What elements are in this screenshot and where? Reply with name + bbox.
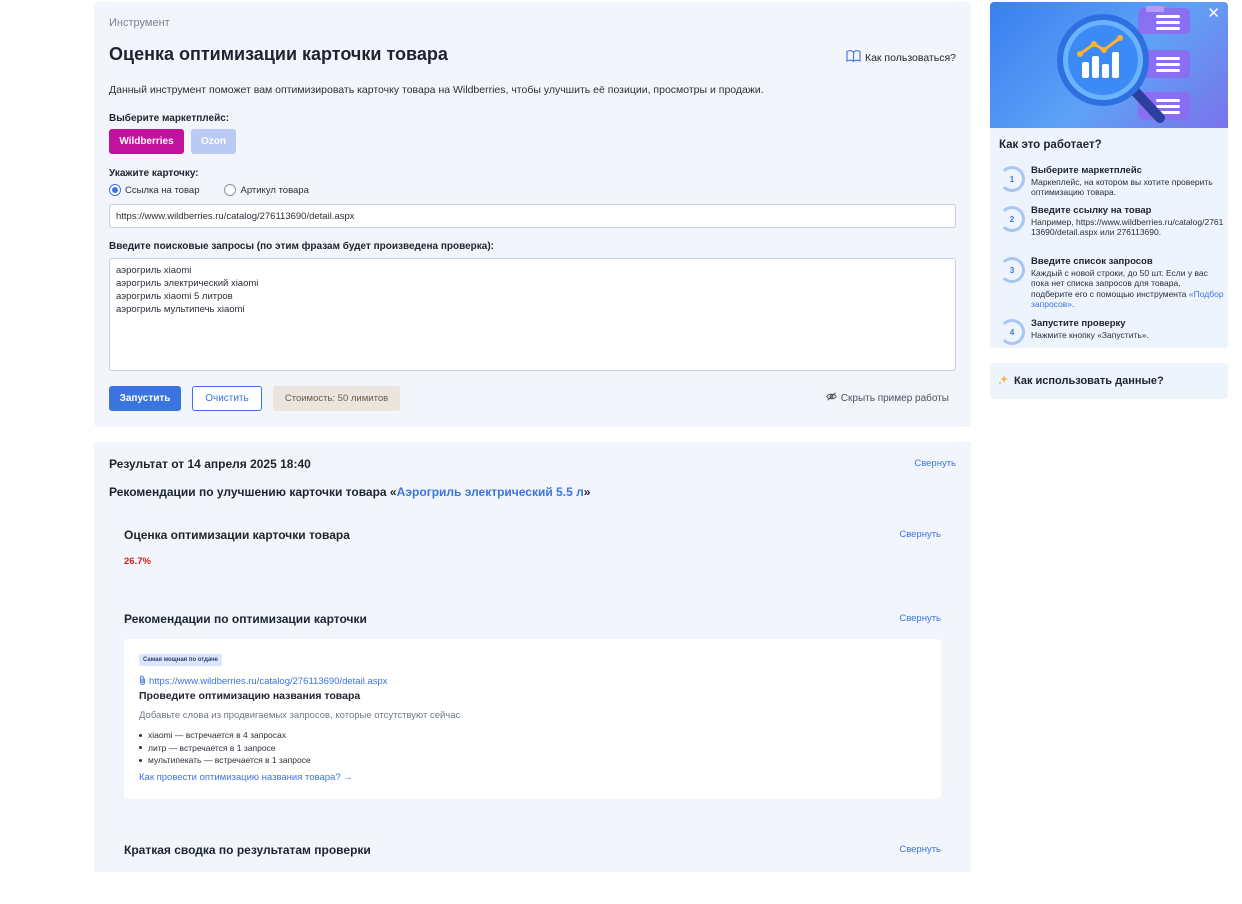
missing-words-list: xiaomi — встречается в 4 запросах литр —…: [139, 729, 311, 767]
step-text: Нажмите кнопку «Запустить».: [1031, 329, 1149, 340]
marketplace-wildberries-button[interactable]: Wildberries: [109, 129, 184, 154]
step-text: Например, https://www.wildberries.ru/cat…: [1031, 216, 1224, 238]
product-url-input[interactable]: https://www.wildberries.ru/catalog/27611…: [109, 204, 956, 228]
clear-button[interactable]: Очистить: [192, 386, 262, 411]
card-link-text: https://www.wildberries.ru/catalog/27611…: [149, 676, 388, 687]
hero-illustration: [990, 2, 1228, 128]
collapse-score-link[interactable]: Свернуть: [899, 529, 941, 540]
how-to-optimize-link[interactable]: Как провести оптимизацию названия товара…: [139, 772, 353, 783]
step-text: Каждый с новой строки, до 50 шт. Если у …: [1031, 267, 1208, 299]
step-number: 1: [999, 166, 1025, 192]
radio-article-label[interactable]: Артикул товара: [240, 185, 308, 196]
rec-prefix: Рекомендации по улучшению карточки товар…: [109, 485, 397, 499]
card-subtitle: Добавьте слова из продвигаемых запросов,…: [139, 710, 461, 721]
how-to-use-data-label: Как использовать данные?: [1014, 375, 1164, 387]
collapse-summary-link[interactable]: Свернуть: [899, 844, 941, 855]
page-title: Оценка оптимизации карточки товара: [109, 44, 448, 64]
step-number: 3: [999, 257, 1025, 283]
radio-link[interactable]: [109, 184, 121, 196]
close-icon[interactable]: ✕: [1207, 6, 1220, 22]
paperclip-icon: [139, 675, 146, 688]
step-title: Введите список запросов: [1031, 256, 1153, 267]
query-line: аэрогриль xiaomi 5 литров: [116, 291, 233, 302]
step-4: 4 Запустите проверку Нажмите кнопку «Зап…: [999, 318, 1224, 345]
collapse-result-link[interactable]: Свернуть: [914, 458, 956, 469]
summary-section-title: Краткая сводка по результатам проверки: [124, 843, 371, 857]
step-number: 2: [999, 206, 1025, 232]
card-type-radio-group: Ссылка на товар Артикул товара: [109, 184, 309, 196]
radio-article[interactable]: [224, 184, 237, 196]
run-button[interactable]: Запустить: [109, 386, 181, 411]
priority-badge: Самая мощная по отдаче: [139, 654, 222, 666]
optimization-score: 26.7%: [124, 556, 151, 567]
score-section-title: Оценка оптимизации карточки товара: [124, 528, 350, 542]
product-link[interactable]: Аэрогриль электрический 5.5 л: [397, 485, 584, 499]
step-2: 2 Введите ссылку на товар Например, http…: [999, 205, 1224, 238]
step-text: Маркеплейс, на котором вы хотите провери…: [1031, 176, 1213, 198]
queries-textarea[interactable]: аэрогриль xiaomi аэрогриль электрический…: [109, 258, 956, 371]
card-label: Укажите карточку:: [109, 168, 199, 179]
step-3: 3 Введите список запросов Каждый с новой…: [999, 256, 1224, 310]
radio-link-label[interactable]: Ссылка на товар: [125, 185, 199, 196]
how-it-works-title: Как это работает?: [999, 139, 1102, 151]
step-tail: .: [1072, 299, 1075, 309]
step-title: Запустите проверку: [1031, 318, 1126, 329]
how-to-use-label: Как пользоваться?: [864, 51, 956, 64]
sparkle-icon: [998, 374, 1009, 388]
breadcrumb: Инструмент: [109, 17, 170, 29]
result-panel: Результат от 14 апреля 2025 18:40 Сверну…: [94, 442, 971, 872]
rec-suffix: »: [583, 485, 591, 499]
recommendation-card: Самая мощная по отдаче https://www.wildb…: [124, 639, 941, 799]
tool-description: Данный инструмент поможет вам оптимизиро…: [109, 84, 764, 96]
how-it-works-panel: ✕ Как это работает? 1 Выберите маркетпле…: [990, 2, 1228, 348]
list-item: xiaomi — встречается в 4 запросах: [139, 729, 311, 742]
queries-label: Введите поисковые запросы (по этим фраза…: [109, 241, 495, 252]
recs-section-title: Рекомендации по оптимизации карточки: [124, 612, 367, 626]
book-icon: [846, 50, 861, 65]
hide-example-label: Скрыть пример работы: [840, 392, 949, 404]
result-title: Результат от 14 апреля 2025 18:40: [109, 457, 311, 471]
how-to-use-data-toggle[interactable]: Как использовать данные?: [990, 363, 1228, 399]
marketplace-ozon-button[interactable]: Ozon: [191, 129, 236, 154]
query-line: аэрогриль мультипечь xiaomi: [116, 304, 245, 315]
eye-off-icon: [825, 392, 837, 404]
step-1: 1 Выберите маркетплейс Маркеплейс, на ко…: [999, 165, 1224, 198]
hide-example-link[interactable]: Скрыть пример работы: [825, 392, 949, 404]
list-item: мультипекать — встречается в 1 запросе: [139, 754, 311, 767]
card-product-link[interactable]: https://www.wildberries.ru/catalog/27611…: [139, 675, 388, 688]
how-to-use-link[interactable]: Как пользоваться?: [846, 50, 956, 65]
cost-badge: Стоимость: 50 лимитов: [273, 386, 400, 411]
query-line: аэрогриль xiaomi: [116, 265, 192, 276]
collapse-recs-link[interactable]: Свернуть: [899, 613, 941, 624]
query-line: аэрогриль электрический xiaomi: [116, 278, 259, 289]
card-heading: Проведите оптимизацию названия товара: [139, 690, 361, 702]
step-number: 4: [999, 319, 1025, 345]
tool-panel: Инструмент Оценка оптимизации карточки т…: [94, 2, 971, 427]
step-title: Введите ссылку на товар: [1031, 205, 1152, 216]
step-title: Выберите маркетплейс: [1031, 165, 1142, 176]
recommendations-heading: Рекомендации по улучшению карточки товар…: [109, 485, 590, 499]
marketplace-label: Выберите маркетплейс:: [109, 113, 230, 124]
list-item: литр — встречается в 1 запросе: [139, 742, 311, 755]
magnifier-chart-illustration: [1057, 6, 1190, 123]
